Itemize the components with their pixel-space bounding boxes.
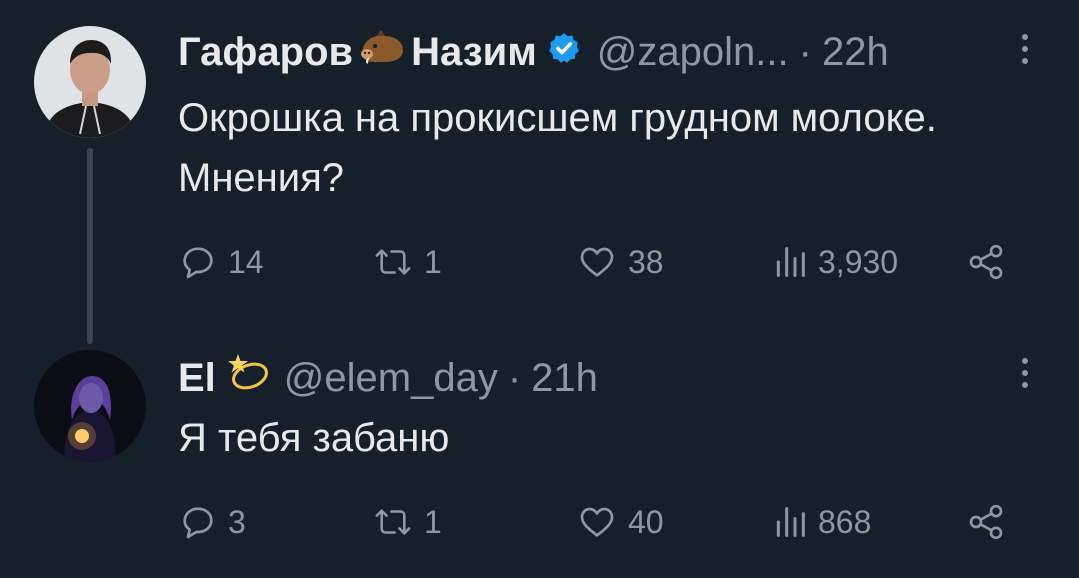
timestamp[interactable]: 22h [822, 28, 889, 76]
retweet-button[interactable]: 1 [372, 240, 442, 284]
reply-button[interactable]: 14 [178, 240, 264, 284]
avatar[interactable] [34, 26, 146, 138]
views-chart-icon [776, 507, 805, 537]
heart-icon [580, 247, 614, 277]
retweet-count: 1 [424, 243, 442, 280]
reply-icon [183, 507, 213, 539]
heart-icon [580, 507, 614, 537]
share-icon [969, 244, 1003, 280]
share-button[interactable] [966, 240, 1006, 284]
display-name[interactable]: El [178, 354, 216, 402]
display-name-last[interactable]: Назим [411, 28, 537, 76]
more-options-icon[interactable] [1021, 358, 1029, 394]
handle[interactable]: @zapoln... [597, 28, 789, 76]
tweet-text: Окрошка на прокисшем грудном молоке. Мне… [178, 96, 937, 200]
views-count: 868 [818, 503, 872, 540]
tweet-2[interactable]: El @elem_day · 21h Я тебя забаню 3 1 40 … [0, 300, 1079, 578]
separator-dot: · [798, 29, 812, 74]
separator-dot: · [507, 355, 522, 400]
boar-icon [359, 26, 405, 77]
share-button[interactable] [966, 500, 1006, 544]
like-count: 38 [628, 243, 664, 280]
action-bar: 14 1 38 3,930 [178, 240, 1018, 284]
retweet-button[interactable]: 1 [372, 500, 442, 544]
retweet-icon [375, 509, 411, 535]
handle[interactable]: @elem_day [284, 354, 498, 402]
avatar-photo [34, 350, 146, 462]
like-count: 40 [628, 503, 664, 540]
views-count: 3,930 [818, 243, 899, 280]
verified-badge-icon [547, 28, 581, 76]
reply-button[interactable]: 3 [178, 500, 246, 544]
like-button[interactable]: 38 [576, 240, 664, 284]
tweet-header: El @elem_day · 21h [178, 350, 598, 405]
retweet-count: 1 [424, 503, 442, 540]
dizzy-star-icon [226, 350, 270, 405]
timestamp[interactable]: 21h [531, 354, 598, 402]
like-button[interactable]: 40 [576, 500, 664, 544]
more-options-icon[interactable] [1021, 34, 1029, 70]
views-button[interactable]: 868 [772, 500, 871, 544]
action-bar: 3 1 40 868 [178, 500, 1018, 544]
avatar[interactable] [34, 350, 146, 462]
share-icon [969, 504, 1003, 540]
display-name-first[interactable]: Гафаров [178, 28, 353, 76]
views-chart-icon [776, 247, 805, 277]
views-button[interactable]: 3,930 [772, 240, 898, 284]
reply-count: 14 [228, 243, 264, 280]
reply-icon [183, 247, 213, 279]
avatar-photo [34, 26, 146, 138]
tweet-1[interactable]: Гафаров Назим @zapoln... · 22h Окрошка н… [0, 0, 1079, 344]
reply-count: 3 [228, 503, 246, 540]
tweet-header: Гафаров Назим @zapoln... · 22h [178, 26, 889, 77]
retweet-icon [375, 249, 411, 275]
tweet-text: Я тебя забаню [178, 416, 450, 460]
